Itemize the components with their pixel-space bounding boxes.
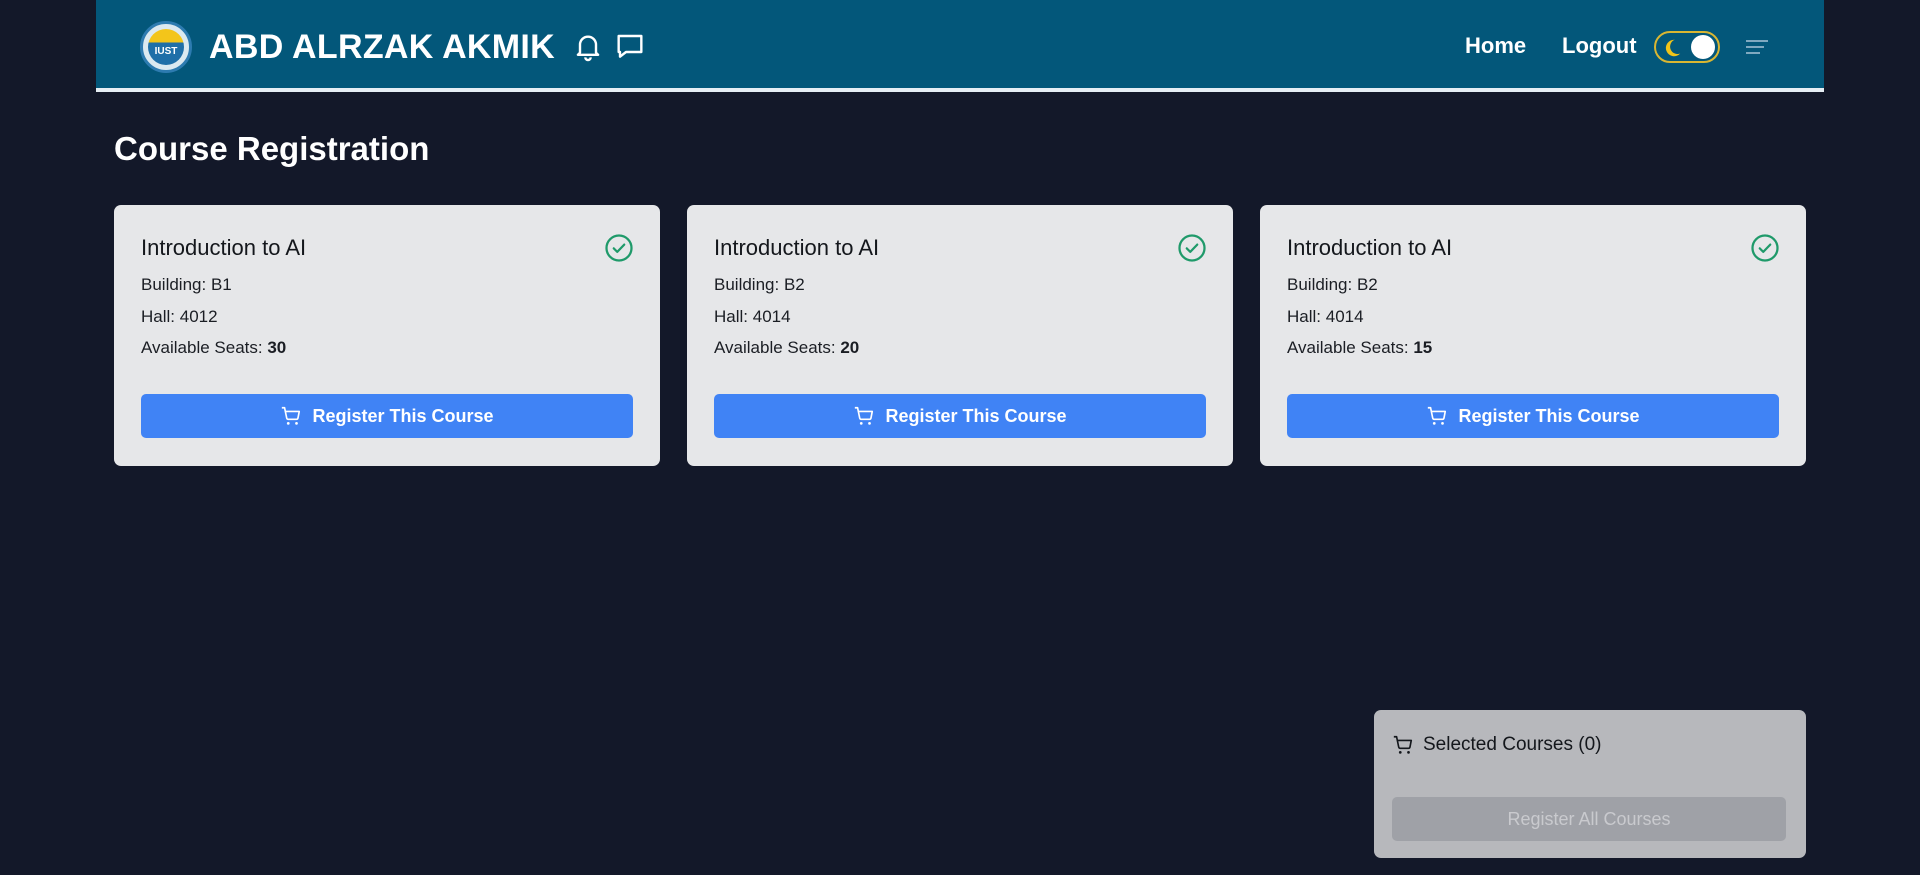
- logo-text: IUST: [148, 29, 184, 65]
- cart-icon: [855, 406, 874, 425]
- course-title: Introduction to AI: [1287, 235, 1453, 260]
- register-course-label: Register This Course: [312, 405, 494, 426]
- check-circle-icon: [1751, 234, 1779, 262]
- register-course-button[interactable]: Register This Course: [141, 394, 633, 438]
- check-circle-icon: [1178, 234, 1206, 262]
- register-course-button[interactable]: Register This Course: [714, 394, 1206, 438]
- course-card: Introduction to AI Building: B2 Hall: 40…: [1260, 205, 1806, 466]
- course-seats: Available Seats: 20: [714, 338, 860, 357]
- toggle-knob: [1691, 35, 1715, 59]
- register-course-button[interactable]: Register This Course: [1287, 394, 1779, 438]
- course-seats: Available Seats: 30: [141, 338, 287, 357]
- check-circle-icon: [605, 234, 633, 262]
- cart-icon: [282, 406, 301, 425]
- page-title: Course Registration: [114, 130, 430, 167]
- selected-courses-header: Selected Courses (0): [1392, 734, 1601, 756]
- nav-logout-link[interactable]: Logout: [1562, 33, 1637, 59]
- user-name: ABD ALRZAK AKMIK: [209, 28, 556, 66]
- course-title: Introduction to AI: [714, 235, 880, 260]
- cart-icon: [1393, 735, 1413, 754]
- course-hall: Hall: 4014: [1287, 307, 1364, 326]
- course-card: Introduction to AI Building: B1 Hall: 40…: [114, 205, 660, 466]
- course-hall: Hall: 4012: [141, 307, 218, 326]
- navbar: IUST ABD ALRZAK AKMIK Home Logout: [96, 0, 1824, 92]
- theme-toggle[interactable]: [1654, 31, 1720, 63]
- course-seats: Available Seats: 15: [1287, 338, 1433, 357]
- selected-courses-title: Selected Courses (0): [1423, 734, 1602, 755]
- bell-icon[interactable]: [572, 30, 604, 62]
- register-course-label: Register This Course: [885, 405, 1067, 426]
- message-icon[interactable]: [614, 30, 646, 62]
- moon-icon: [1665, 39, 1681, 57]
- course-building: Building: B2: [714, 275, 805, 294]
- course-building: Building: B2: [1287, 275, 1378, 294]
- course-hall: Hall: 4014: [714, 307, 791, 326]
- course-card: Introduction to AI Building: B2 Hall: 40…: [687, 205, 1233, 466]
- register-all-button[interactable]: Register All Courses: [1392, 797, 1786, 841]
- selected-courses-panel: Selected Courses (0) Register All Course…: [1374, 710, 1806, 858]
- course-title: Introduction to AI: [141, 235, 307, 260]
- course-building: Building: B1: [141, 275, 232, 294]
- register-course-label: Register This Course: [1458, 405, 1640, 426]
- cart-icon: [1428, 406, 1447, 425]
- menu-icon[interactable]: [1744, 37, 1770, 57]
- university-logo[interactable]: IUST: [140, 21, 192, 73]
- nav-home-link[interactable]: Home: [1465, 33, 1526, 59]
